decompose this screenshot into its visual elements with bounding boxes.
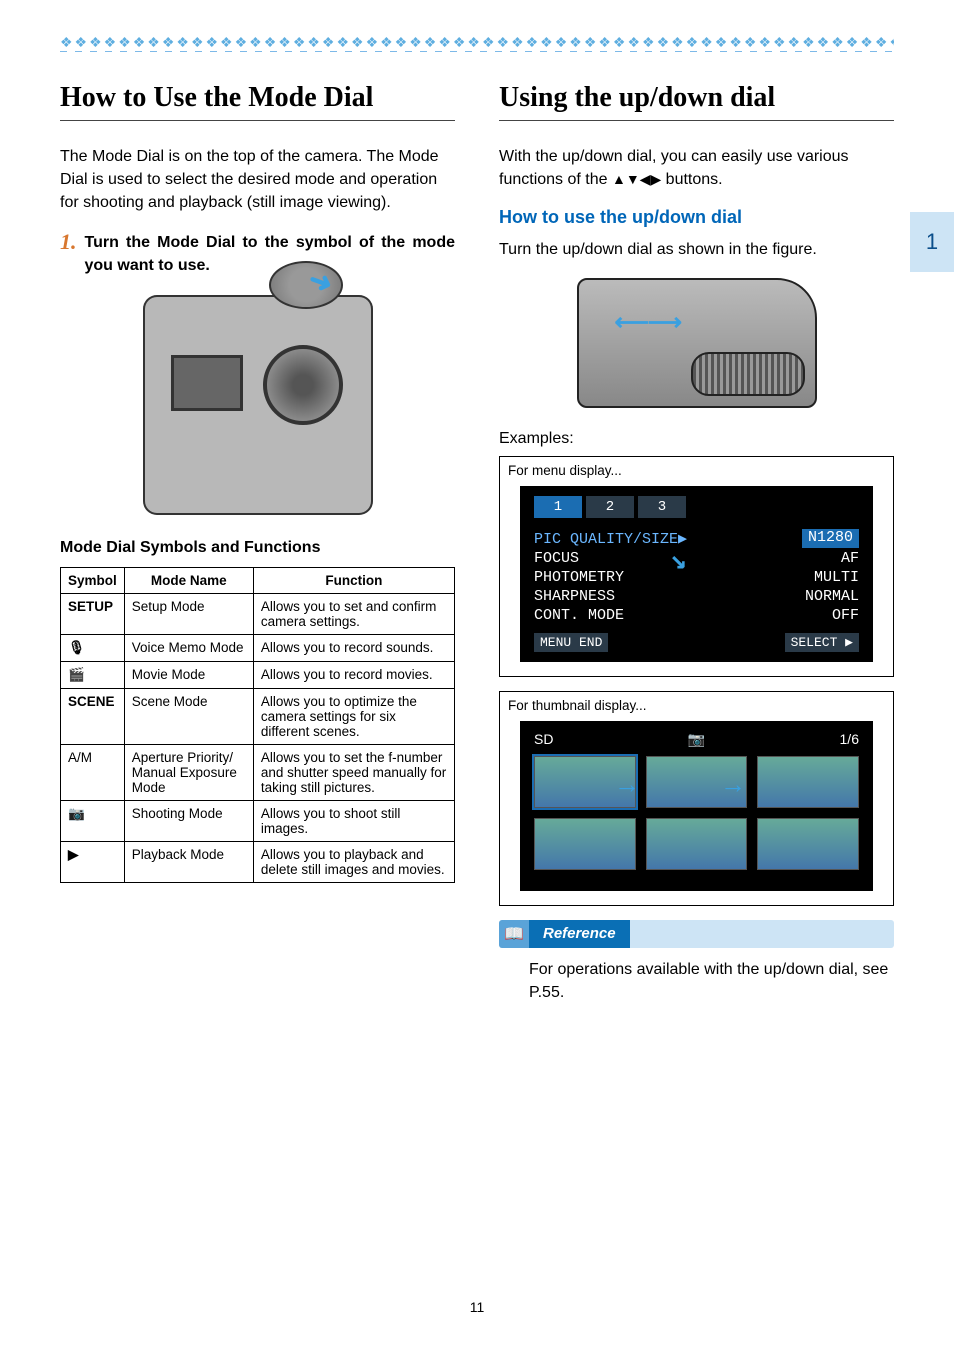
function-cell: Allows you to record sounds. [253, 634, 454, 661]
step-text: Turn the Mode Dial to the symbol of the … [85, 231, 456, 277]
menu-value: AF [841, 550, 859, 567]
table-row: 🎙 Voice Memo Mode Allows you to record s… [61, 634, 455, 661]
table-row: ▶ Playback Mode Allows you to playback a… [61, 841, 455, 882]
reference-icon: 📖 [499, 920, 529, 948]
menu-tab: 2 [586, 496, 634, 518]
function-cell: Allows you to set and confirm camera set… [253, 593, 454, 634]
right-intro: With the up/down dial, you can easily us… [499, 145, 894, 191]
table-heading: Mode Dial Symbols and Functions [60, 539, 455, 557]
symbol-cell: 🎬 [61, 661, 125, 688]
arrow-icon: → [720, 769, 746, 800]
thumbnail [646, 818, 748, 870]
subheading-blue: How to use the up/down dial [499, 207, 894, 228]
camera-icon: 📷 [688, 731, 705, 748]
menu-value: OFF [832, 607, 859, 624]
left-column: How to Use the Mode Dial The Mode Dial i… [60, 82, 455, 1004]
step-number: 1. [60, 231, 77, 253]
col-symbol: Symbol [61, 567, 125, 593]
mode-name-cell: Scene Mode [124, 688, 253, 744]
intro-part-b: buttons. [661, 171, 722, 188]
mode-name-cell: Voice Memo Mode [124, 634, 253, 661]
reference-bar: 📖 Reference [499, 920, 894, 948]
mode-name-cell: Aperture Priority/ Manual Exposure Mode [124, 744, 253, 800]
examples-label: Examples: [499, 430, 894, 448]
symbol-cell: A/M [61, 744, 125, 800]
menu-key: PHOTOMETRY [534, 569, 624, 586]
arrow-icons: ▲▼◀▶ [612, 171, 661, 187]
menu-key: FOCUS [534, 550, 579, 567]
symbol-cell: 📷 [61, 800, 125, 841]
thumbnail-counter: 1/6 [840, 731, 859, 748]
page-number: 11 [0, 1299, 954, 1315]
mode-name-cell: Shooting Mode [124, 800, 253, 841]
arrow-icon: ↘ [670, 542, 687, 577]
function-cell: Allows you to playback and delete still … [253, 841, 454, 882]
mode-name-cell: Playback Mode [124, 841, 253, 882]
example-thumbnail-box: For thumbnail display... SD 📷 1/6 [499, 691, 894, 906]
left-intro: The Mode Dial is on the top of the camer… [60, 145, 455, 215]
section-tab: 1 [910, 212, 954, 272]
menu-key: PIC QUALITY/SIZE▶ [534, 529, 687, 548]
menu-value: N1280 [802, 529, 859, 548]
mode-dial-table: Symbol Mode Name Function SETUP Setup Mo… [60, 567, 455, 883]
function-cell: Allows you to set the f-number and shutt… [253, 744, 454, 800]
turn-text: Turn the up/down dial as shown in the fi… [499, 238, 894, 261]
camera-illustration [60, 295, 455, 515]
reference-label: Reference [529, 920, 630, 948]
arrow-icon: → [614, 769, 640, 800]
thumbnail [757, 756, 859, 808]
menu-screenshot: 1 2 3 PIC QUALITY/SIZE▶ N1280 FOCUS AF PHO… [520, 486, 873, 662]
mode-name-cell: Movie Mode [124, 661, 253, 688]
thumbnail [534, 818, 636, 870]
symbol-cell: SCENE [61, 688, 125, 744]
symbol-cell: ▶ [61, 841, 125, 882]
sd-icon: SD [534, 731, 553, 748]
dial-illustration [499, 278, 894, 408]
menu-footer-left: MENU END [534, 633, 608, 652]
symbol-cell: SETUP [61, 593, 125, 634]
right-title: Using the up/down dial [499, 82, 894, 121]
thumbnail-screenshot: SD 📷 1/6 → → [520, 721, 873, 891]
example-caption: For menu display... [500, 457, 893, 482]
menu-key: CONT. MODE [534, 607, 624, 624]
function-cell: Allows you to shoot still images. [253, 800, 454, 841]
col-mode-name: Mode Name [124, 567, 253, 593]
menu-key: SHARPNESS [534, 588, 615, 605]
example-menu-box: For menu display... 1 2 3 PIC QUALITY/SI… [499, 456, 894, 677]
right-column: Using the up/down dial With the up/down … [499, 82, 894, 1004]
thumbnail [757, 818, 859, 870]
menu-value: MULTI [814, 569, 859, 586]
table-row: SCENE Scene Mode Allows you to optimize … [61, 688, 455, 744]
menu-value: NORMAL [805, 588, 859, 605]
menu-footer-right: SELECT ▶ [785, 633, 859, 652]
decorative-border [60, 36, 894, 52]
symbol-cell: 🎙 [61, 634, 125, 661]
menu-tab: 3 [638, 496, 686, 518]
mode-name-cell: Setup Mode [124, 593, 253, 634]
menu-tab: 1 [534, 496, 582, 518]
table-row: SETUP Setup Mode Allows you to set and c… [61, 593, 455, 634]
col-function: Function [253, 567, 454, 593]
left-title: How to Use the Mode Dial [60, 82, 455, 121]
reference-text: For operations available with the up/dow… [499, 958, 894, 1004]
example-caption: For thumbnail display... [500, 692, 893, 717]
step-1: 1. Turn the Mode Dial to the symbol of t… [60, 231, 455, 277]
table-row: 🎬 Movie Mode Allows you to record movies… [61, 661, 455, 688]
function-cell: Allows you to optimize the camera settin… [253, 688, 454, 744]
table-row: A/M Aperture Priority/ Manual Exposure M… [61, 744, 455, 800]
table-row: 📷 Shooting Mode Allows you to shoot stil… [61, 800, 455, 841]
function-cell: Allows you to record movies. [253, 661, 454, 688]
